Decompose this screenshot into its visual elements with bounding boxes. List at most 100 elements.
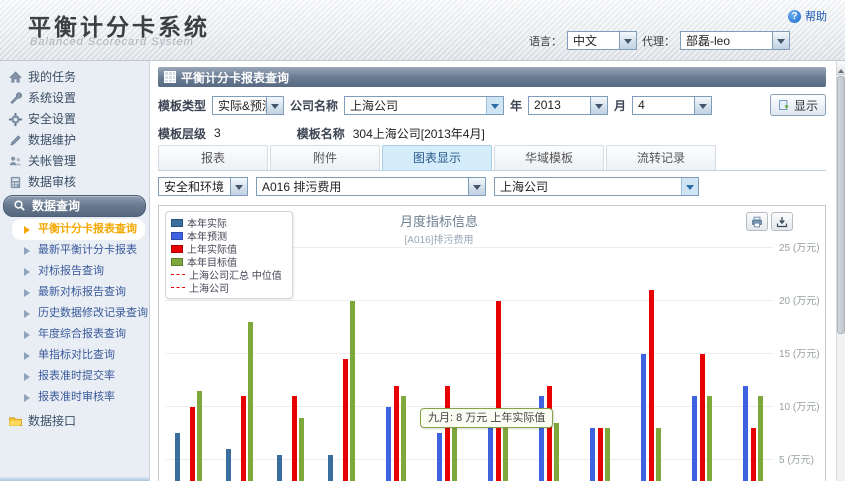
- wrench-icon: [8, 91, 23, 106]
- display-icon: [778, 99, 791, 112]
- sidebar-item-data-audit[interactable]: 数据审核: [0, 172, 149, 193]
- bullet-icon: [24, 310, 34, 318]
- bar-本年预测-十月[interactable]: [641, 354, 646, 481]
- sidebar-item-system-settings[interactable]: 系统设置: [0, 88, 149, 109]
- gridline: [165, 300, 773, 301]
- sidebar-subitem-latest-bsc-report[interactable]: 最新平衡计分卡报表: [0, 240, 149, 261]
- vertical-scrollbar[interactable]: [836, 61, 845, 481]
- sidebar-subitem-single-indicator-compare[interactable]: 单指标对比查询: [0, 345, 149, 366]
- bar-本年目标值-十一月[interactable]: [707, 396, 712, 481]
- month-label: 月: [614, 97, 626, 114]
- sidebar-item-account-closing[interactable]: 关帐管理: [0, 151, 149, 172]
- sidebar-item-data-query[interactable]: 数据查询: [3, 195, 146, 217]
- sidebar-subitem-annual-report-query[interactable]: 年度综合报表查询: [0, 324, 149, 345]
- bar-上年实际值-八月[interactable]: [547, 386, 552, 481]
- bar-上年实际值-十一月[interactable]: [700, 354, 705, 481]
- chevron-down-icon[interactable]: [681, 178, 698, 195]
- indicator-select[interactable]: A016 排污费用: [256, 177, 486, 196]
- bullet-icon: [24, 289, 34, 297]
- bar-本年目标值-三月[interactable]: [299, 418, 304, 481]
- bar-本年目标值-四月[interactable]: [350, 301, 355, 481]
- chevron-down-icon[interactable]: [772, 32, 789, 49]
- tab-flow-record[interactable]: 流转记录: [606, 145, 716, 170]
- sidebar-subitem-bsc-report-query[interactable]: 平衡计分卡报表查询: [12, 219, 145, 240]
- bar-上年实际值-五月[interactable]: [394, 386, 399, 481]
- month-select[interactable]: 4: [632, 96, 712, 115]
- sidebar-item-security-settings[interactable]: 安全设置: [0, 109, 149, 130]
- gridline: [165, 353, 773, 354]
- bar-本年实际-二月[interactable]: [226, 449, 231, 481]
- bar-本年预测-九月[interactable]: [590, 428, 595, 481]
- bar-本年预测-十二月[interactable]: [743, 386, 748, 481]
- bar-上年实际值-十月[interactable]: [649, 290, 654, 481]
- sidebar-item-data-interface[interactable]: 数据接口: [0, 411, 149, 432]
- bullet-icon: [24, 394, 34, 402]
- company-select[interactable]: 上海公司: [344, 96, 504, 115]
- bar-上年实际值-十二月[interactable]: [751, 428, 756, 481]
- template-type-select[interactable]: 实际&预测: [212, 96, 284, 115]
- template-type-label: 模板类型: [158, 97, 206, 114]
- bar-本年目标值-六月[interactable]: [452, 423, 457, 481]
- chart-legend: 本年实际本年预测上年实际值本年目标值上海公司汇总 中位值上海公司: [165, 211, 293, 299]
- display-button[interactable]: 显示: [770, 94, 826, 116]
- bar-本年目标值-二月[interactable]: [248, 322, 253, 481]
- print-button[interactable]: [746, 212, 768, 231]
- bar-本年目标值-十二月[interactable]: [758, 396, 763, 481]
- bar-本年实际-四月[interactable]: [328, 455, 333, 481]
- bar-上年实际值-三月[interactable]: [292, 396, 297, 481]
- bar-上年实际值-六月[interactable]: [445, 386, 450, 481]
- bar-本年预测-十一月[interactable]: [692, 396, 697, 481]
- tab-bar: 报表 附件 图表显示 华域模板 流转记录: [158, 145, 826, 171]
- sidebar-subitem-latest-benchmark-query[interactable]: 最新对标报告查询: [0, 282, 149, 303]
- chevron-down-icon[interactable]: [590, 97, 607, 114]
- sidebar-subitem-ontime-submit-rate[interactable]: 报表准时提交率: [0, 366, 149, 387]
- legend-swatch: [171, 219, 183, 227]
- y-axis-tick-label: 10 (万元): [779, 398, 826, 413]
- bar-本年预测-六月[interactable]: [437, 433, 442, 481]
- chevron-down-icon[interactable]: [619, 32, 636, 49]
- bar-上年实际值-二月[interactable]: [241, 396, 246, 481]
- category-select[interactable]: 安全和环境: [158, 177, 248, 196]
- tab-report[interactable]: 报表: [158, 145, 268, 170]
- chevron-down-icon[interactable]: [230, 178, 247, 195]
- chevron-down-icon[interactable]: [266, 97, 283, 114]
- chevron-down-icon[interactable]: [694, 97, 711, 114]
- export-button[interactable]: [771, 212, 793, 231]
- home-icon: [8, 70, 23, 85]
- chart-tooltip: 九月: 8 万元 上年实际值: [420, 408, 553, 428]
- sidebar-subitem-benchmark-report-query[interactable]: 对标报告查询: [0, 261, 149, 282]
- scroll-up-arrow-icon[interactable]: [837, 61, 845, 75]
- language-select[interactable]: 中文: [567, 31, 637, 50]
- bar-本年目标值-十月[interactable]: [656, 428, 661, 481]
- sidebar-subitem-history-modify-query[interactable]: 历史数据修改记录查询: [0, 303, 149, 324]
- bar-本年预测-五月[interactable]: [386, 407, 391, 481]
- year-select[interactable]: 2013: [528, 96, 608, 115]
- chart-company-select[interactable]: 上海公司: [494, 177, 699, 196]
- tab-attachment[interactable]: 附件: [270, 145, 380, 170]
- y-axis-tick-label: 25 (万元): [779, 239, 826, 254]
- bar-上年实际值-九月[interactable]: [598, 428, 603, 481]
- agent-select[interactable]: 部磊-leo: [680, 31, 790, 50]
- bar-本年实际-一月[interactable]: [175, 433, 180, 481]
- calculator-icon: [8, 175, 23, 190]
- app-subtitle: Balanced Scorecard System: [30, 36, 194, 48]
- chevron-down-icon[interactable]: [468, 178, 485, 195]
- bar-上年实际值-四月[interactable]: [343, 359, 348, 481]
- bar-本年目标值-九月[interactable]: [605, 428, 610, 481]
- bar-本年目标值-八月[interactable]: [554, 423, 559, 481]
- bar-本年目标值-七月[interactable]: [503, 423, 508, 481]
- sidebar-subitem-ontime-audit-rate[interactable]: 报表准时审核率: [0, 387, 149, 408]
- bar-本年目标值-一月[interactable]: [197, 391, 202, 481]
- bar-上年实际值-七月[interactable]: [496, 301, 501, 481]
- help-link[interactable]: ? 帮助: [788, 8, 827, 24]
- chevron-down-icon[interactable]: [486, 97, 503, 114]
- bar-上年实际值-一月[interactable]: [190, 407, 195, 481]
- sidebar: 我的任务 系统设置 安全设置 数据维护 关帐管理 数据审核 数据查询 平衡计分卡…: [0, 61, 150, 481]
- tab-huayu-template[interactable]: 华域模板: [494, 145, 604, 170]
- tab-chart-display[interactable]: 图表显示: [382, 145, 492, 170]
- bar-本年目标值-五月[interactable]: [401, 396, 406, 481]
- sidebar-item-my-tasks[interactable]: 我的任务: [0, 67, 149, 88]
- scrollbar-thumb[interactable]: [837, 76, 845, 334]
- bar-本年实际-三月[interactable]: [277, 455, 282, 481]
- sidebar-item-data-maintenance[interactable]: 数据维护: [0, 130, 149, 151]
